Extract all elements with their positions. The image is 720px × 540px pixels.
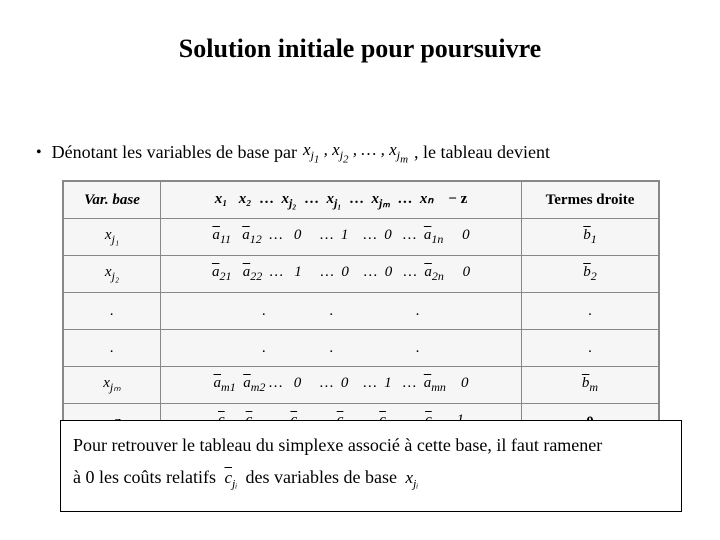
bullet-line: • Dénotant les variables de base par xj1… bbox=[36, 140, 690, 166]
col-rhs: Termes droite bbox=[522, 182, 659, 219]
table-row: xj₂ a21 a22 … 1 … 0 … 0 … a2n 0 b2 bbox=[64, 256, 659, 293]
table-header-row: Var. base x₁ x₂ … xj₂ … xj₁ … xjₘ … xₙ −… bbox=[64, 182, 659, 219]
table-row: . . . . . bbox=[64, 330, 659, 367]
col-variables: x₁ x₂ … xj₂ … xj₁ … xjₘ … xₙ − z bbox=[161, 182, 522, 219]
bullet-marker: • bbox=[36, 144, 42, 162]
table-row: xj₁ a11 a12 … 0 … 1 … 0 … a1n 0 b1 bbox=[64, 219, 659, 256]
col-var-base: Var. base bbox=[64, 182, 161, 219]
page-title: Solution initiale pour poursuivre bbox=[0, 0, 720, 64]
bullet-tail: , le tableau devient bbox=[414, 142, 550, 163]
note-box: Pour retrouver le tableau du simplexe as… bbox=[60, 420, 682, 512]
bullet-lead: Dénotant les variables de base par bbox=[52, 142, 297, 163]
note-line2: à 0 les coûts relatifs cjᵢ des variables… bbox=[73, 461, 669, 499]
table-row: xjₘ am1 am2 … 0 … 0 … 1 … amn 0 bm bbox=[64, 367, 659, 404]
note-line1: Pour retrouver le tableau du simplexe as… bbox=[73, 429, 669, 461]
table-row: . . . . . bbox=[64, 293, 659, 330]
var-sequence: xj1 , xj2 , … , xjm bbox=[303, 140, 408, 166]
simplex-tableau: Var. base x₁ x₂ … xj₂ … xj₁ … xjₘ … xₙ −… bbox=[62, 180, 660, 442]
